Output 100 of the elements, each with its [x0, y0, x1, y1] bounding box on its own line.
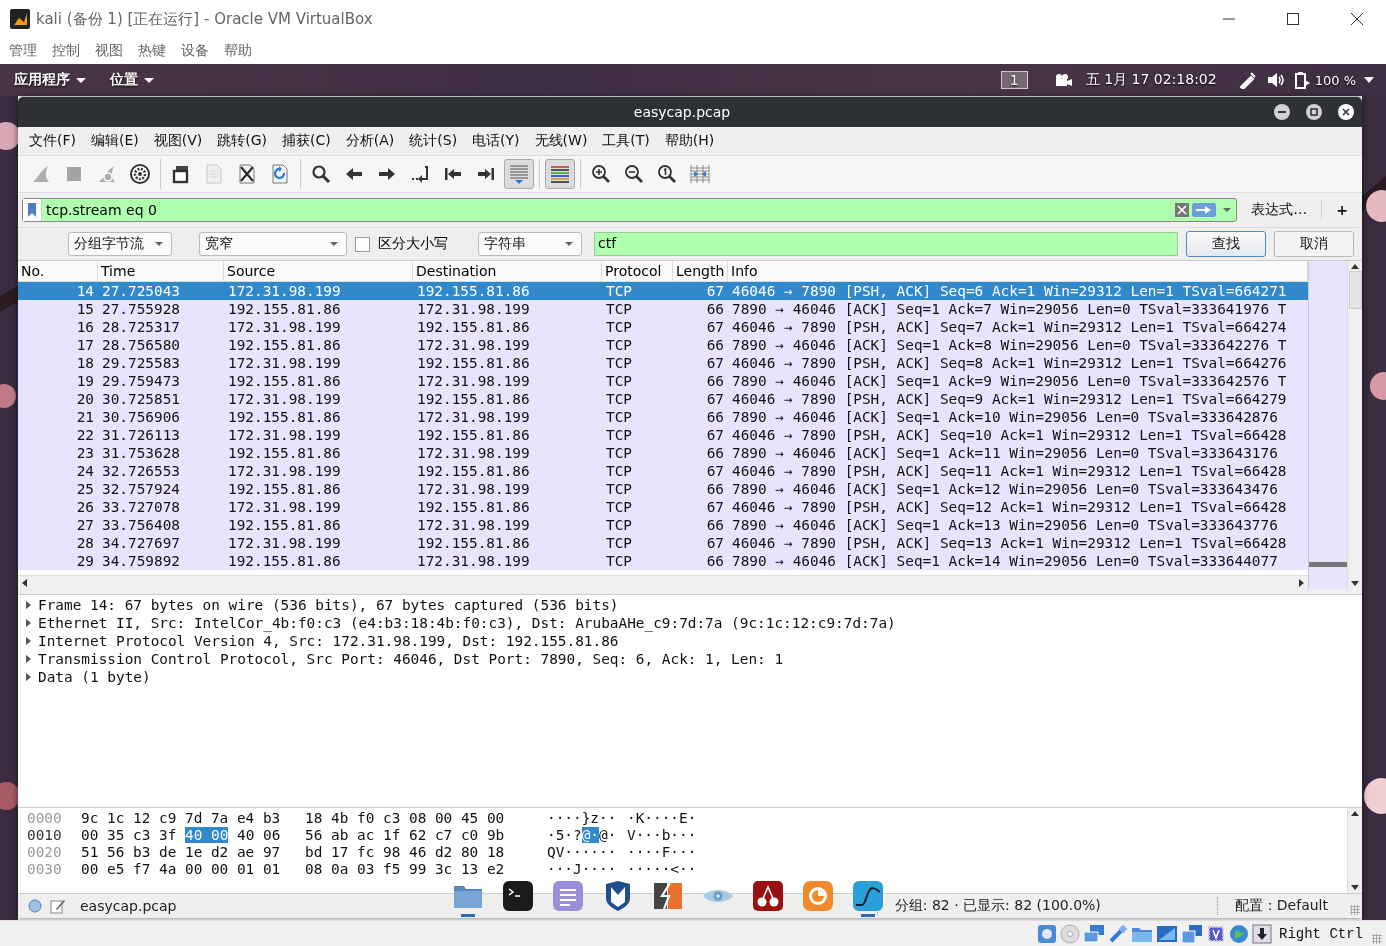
- menu-item[interactable]: 无线(W): [534, 132, 588, 150]
- packet-row[interactable]: 19 29.759473 192.155.81.86 172.31.98.199 TCP 66 7890 → 46046 [ACK] Seq=1 Ack=9 Win=29056 Len=0 TSval=333642576 T: [18, 372, 1308, 390]
- maximize-button[interactable]: [1306, 104, 1322, 120]
- pen-icon[interactable]: [1238, 71, 1257, 89]
- maximize-icon[interactable]: [1287, 13, 1299, 25]
- expression-button[interactable]: 表达式…: [1245, 199, 1314, 221]
- menu-item[interactable]: 跳转(G): [217, 132, 268, 150]
- packet-row[interactable]: 26 33.727078 172.31.98.199 192.155.81.86 TCP 67 46046 → 7890 [PSH, ACK] Seq=12 Ack=1 Win=29312 Len=1 TSval=66428: [18, 498, 1308, 516]
- column-header[interactable]: No.: [18, 261, 98, 281]
- menu-item[interactable]: 视图(V): [153, 132, 203, 150]
- filter-field[interactable]: tcp.stream eq 0: [22, 198, 1238, 222]
- menu-item[interactable]: 视图: [95, 42, 123, 60]
- ascii-bytes[interactable]: ·5·?: [547, 827, 582, 843]
- menu-item[interactable]: 统计(S): [409, 132, 458, 150]
- menu-item[interactable]: 热键: [138, 42, 166, 60]
- horizontal-scrollbar[interactable]: [18, 575, 1308, 589]
- display-icon[interactable]: [1156, 924, 1178, 944]
- bolt-icon[interactable]: [652, 880, 684, 912]
- dropdown[interactable]: 宽窄: [199, 232, 347, 256]
- windows-icon[interactable]: [1181, 924, 1203, 944]
- hex-bytes[interactable]: 00 35 c3 3f: [81, 827, 177, 843]
- packet-row[interactable]: 29 34.759892 192.155.81.86 172.31.98.199 TCP 66 7890 → 46046 [ACK] Seq=1 Ack=14 Win=29056 Len=0 TSval=333644077: [18, 552, 1308, 570]
- ascii-bytes[interactable]: ·K····E·: [627, 810, 697, 826]
- edit-icon[interactable]: [50, 898, 66, 914]
- menu-item[interactable]: 电话(Y): [472, 132, 520, 150]
- cherry-icon[interactable]: [752, 880, 784, 912]
- minimize-button[interactable]: [1274, 104, 1290, 120]
- usb-icon[interactable]: [1108, 924, 1128, 944]
- top-bar-menu[interactable]: 位置: [110, 71, 154, 89]
- column-header[interactable]: Length: [673, 261, 728, 281]
- menu-item[interactable]: 编辑(E): [91, 132, 139, 150]
- search-field[interactable]: ctf: [594, 232, 1178, 256]
- ascii-bytes[interactable]: ·····<··: [627, 861, 697, 877]
- menu-item[interactable]: 分析(A): [345, 132, 395, 150]
- packet-row[interactable]: 25 32.757924 192.155.81.86 172.31.98.199 TCP 66 7890 → 46046 [ACK] Seq=1 Ack=12 Win=29056 Len=0 TSval=333643476: [18, 480, 1308, 498]
- column-header[interactable]: Source: [224, 261, 413, 281]
- ascii-bytes[interactable]: ···J····: [547, 861, 617, 877]
- profile-label[interactable]: 配置：Default: [1234, 897, 1328, 915]
- checkbox[interactable]: [355, 236, 370, 252]
- hex-bytes[interactable]: 40 00: [185, 827, 229, 843]
- menu-item[interactable]: 文件(F): [29, 132, 76, 150]
- battery-icon[interactable]: [1294, 71, 1311, 89]
- packet-row[interactable]: 22 31.726113 172.31.98.199 192.155.81.86 TCP 67 46046 → 7890 [PSH, ACK] Seq=10 Ack=1 Win=29312 Len=1 TSval=66428: [18, 426, 1308, 444]
- dropdown[interactable]: 分组字节流: [68, 232, 172, 256]
- tree-item[interactable]: Frame 14: 67 bytes on wire (536 bits), 67 bytes captured (536 bits): [38, 597, 619, 613]
- packet-row[interactable]: 18 29.725583 172.31.98.199 192.155.81.86 TCP 67 46046 → 7890 [PSH, ACK] Seq=8 Ack=1 Win=29312 Len=1 TSval=664276: [18, 354, 1308, 372]
- arrow-right-icon[interactable]: [1192, 203, 1217, 217]
- hex-bytes[interactable]: 51 56 b3 de 1e d2 ae 97: [81, 844, 281, 860]
- bookmark-icon[interactable]: [28, 203, 36, 217]
- terminal-icon[interactable]: [502, 880, 534, 912]
- menu-item[interactable]: 帮助: [224, 42, 252, 60]
- notes-icon[interactable]: [552, 880, 584, 912]
- packet-row[interactable]: 21 30.756906 192.155.81.86 172.31.98.199 TCP 66 7890 → 46046 [ACK] Seq=1 Ack=10 Win=29056 Len=0 TSval=333642876: [18, 408, 1308, 426]
- expand-arrow-icon[interactable]: [26, 673, 31, 681]
- column-header[interactable]: Time: [98, 261, 224, 281]
- cancel-button[interactable]: 取消: [1274, 231, 1354, 257]
- add-button[interactable]: +: [1330, 200, 1354, 220]
- expand-arrow-icon[interactable]: [26, 601, 31, 609]
- tree-item[interactable]: Ethernet II, Src: IntelCor_4b:f0:c3 (e4:b3:18:4b:f0:c3), Dst: ArubaAHe_c9:7d:7a (9c:1c:12:c9:7d:7a): [38, 615, 896, 631]
- packet-row[interactable]: 28 34.727697 172.31.98.199 192.155.81.86 TCP 67 46046 → 7890 [PSH, ACK] Seq=13 Ack=1 Win=29312 Len=1 TSval=66428: [18, 534, 1308, 552]
- hex-bytes[interactable]: 00 e5 f7 4a 00 00 01 01: [81, 861, 281, 877]
- column-header[interactable]: Protocol: [602, 261, 673, 281]
- tree-item[interactable]: Data (1 byte): [38, 669, 151, 685]
- close-button[interactable]: [1338, 104, 1354, 120]
- expand-arrow-icon[interactable]: [26, 619, 31, 627]
- tree-item[interactable]: Transmission Control Protocol, Src Port: 46046, Dst Port: 7890, Seq: 6, Ack: 1, Len: 1: [38, 651, 784, 667]
- packet-row[interactable]: 23 31.753628 192.155.81.86 172.31.98.199 TCP 66 7890 → 46046 [ACK] Seq=1 Ack=11 Win=29056 Len=0 TSval=333643176: [18, 444, 1308, 462]
- column-header[interactable]: Destination: [413, 261, 602, 281]
- minimize-icon[interactable]: [1278, 108, 1286, 116]
- workspace-indicator[interactable]: 1: [1000, 71, 1028, 89]
- menu-item[interactable]: 捕获(C): [282, 132, 331, 150]
- hex-bytes[interactable]: 56 ab ac 1f 62 c7 c0 9b: [305, 827, 505, 843]
- ascii-bytes[interactable]: V···b···: [627, 827, 697, 843]
- hex-bytes[interactable]: 40 06: [237, 827, 281, 843]
- menu-item[interactable]: 管理: [9, 42, 37, 60]
- ascii-bytes[interactable]: @·: [581, 827, 599, 843]
- hex-bytes[interactable]: bd 17 fc 98 46 d2 80 18: [305, 844, 505, 860]
- menu-item[interactable]: 设备: [181, 42, 209, 60]
- packet-row[interactable]: 24 32.726553 172.31.98.199 192.155.81.86 TCP 67 46046 → 7890 [PSH, ACK] Seq=11 Ack=1 Win=29312 Len=1 TSval=66428: [18, 462, 1308, 480]
- tree-item[interactable]: Internet Protocol Version 4, Src: 172.31.98.199, Dst: 192.155.81.86: [38, 633, 619, 649]
- find-button[interactable]: 查找: [1186, 231, 1266, 257]
- checkbox-label[interactable]: 区分大小写: [378, 235, 448, 253]
- menu-item[interactable]: 控制: [52, 42, 80, 60]
- close-icon[interactable]: [1351, 13, 1363, 25]
- menu-item[interactable]: 工具(T): [602, 132, 650, 150]
- ascii-bytes[interactable]: ····F···: [627, 844, 697, 860]
- packet-row[interactable]: 17 28.756580 192.155.81.86 172.31.98.199 TCP 66 7890 → 46046 [ACK] Seq=1 Ack=8 Win=29056 Len=0 TSval=333642276 T: [18, 336, 1308, 354]
- resize-grip[interactable]: [1372, 934, 1382, 944]
- ascii-bytes[interactable]: QV······: [547, 844, 617, 860]
- camera-icon[interactable]: [1053, 73, 1072, 87]
- expand-arrow-icon[interactable]: [26, 637, 31, 645]
- download-icon[interactable]: [1252, 924, 1272, 944]
- expand-arrow-icon[interactable]: [26, 655, 31, 663]
- resize-grip[interactable]: [1350, 905, 1360, 915]
- dropdown[interactable]: 字符串: [478, 232, 582, 256]
- fin-icon[interactable]: [852, 880, 884, 912]
- vertical-scrollbar[interactable]: [1347, 808, 1362, 893]
- ascii-bytes[interactable]: @·: [599, 827, 617, 843]
- packet-row[interactable]: 27 33.756408 192.155.81.86 172.31.98.199 TCP 66 7890 → 46046 [ACK] Seq=1 Ack=13 Win=29056 Len=0 TSval=333643776: [18, 516, 1308, 534]
- hex-bytes[interactable]: 18 4b f0 c3 08 00 45 00: [305, 810, 505, 826]
